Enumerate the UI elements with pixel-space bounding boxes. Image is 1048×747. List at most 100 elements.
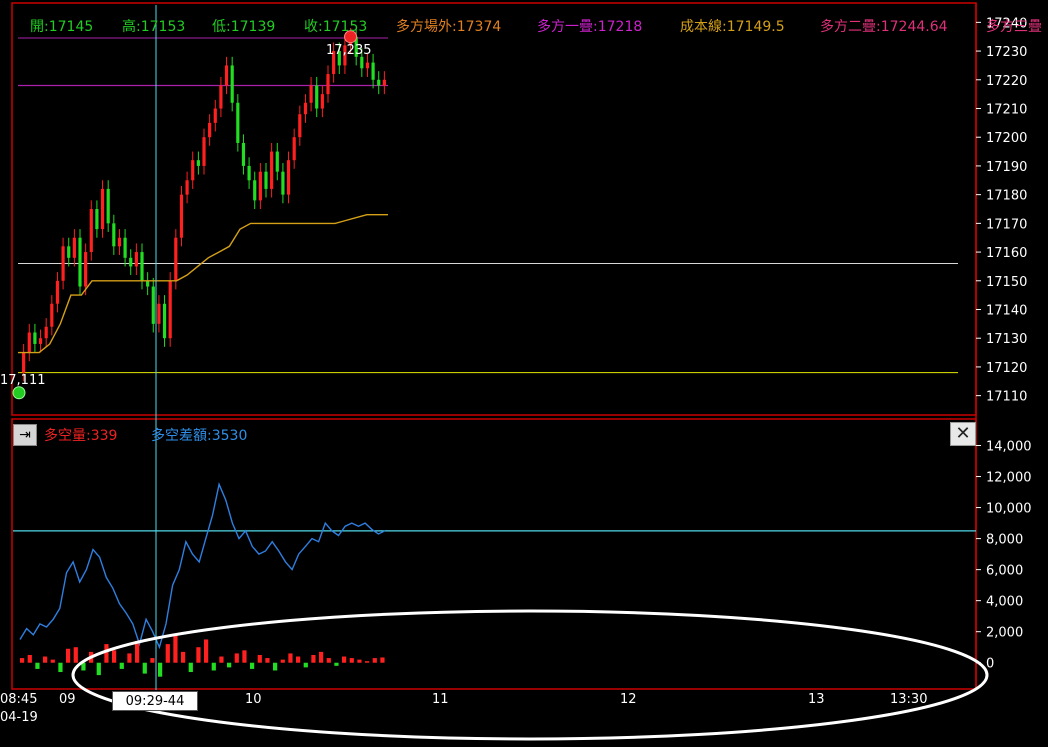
time-label-11: 11 [432, 692, 449, 707]
price-candle [315, 85, 319, 109]
price-candle [179, 194, 184, 238]
volume-bar [204, 639, 209, 663]
price-candle [371, 62, 375, 80]
price-candle [236, 102, 240, 143]
long-layer2-value: 多方二疊:17244.64 [820, 19, 948, 35]
long-layer3-label: 多方三疊 [986, 19, 1042, 35]
volume-bar [181, 651, 186, 663]
price-tick-label: 17110 [986, 390, 1027, 405]
chart-canvas: 17110 17120 17130 17140 17150 17160 17170 17180… [0, 0, 1048, 743]
volume-bar [96, 662, 101, 676]
price-tick-label: 17210 [986, 103, 1027, 118]
volume-bar [234, 653, 239, 663]
price-candle [146, 280, 150, 287]
volume-bar [43, 656, 48, 663]
price-candle [202, 137, 206, 166]
indicator-tick-label: 14,000 [986, 440, 1032, 455]
indicator-tick-label: 6,000 [986, 564, 1023, 579]
volume-bar [380, 657, 385, 663]
price-candle [286, 160, 291, 195]
price-candle [168, 280, 172, 339]
price-candle [320, 94, 324, 109]
price-candle [275, 151, 279, 172]
time-label-13: 13 [808, 692, 825, 707]
volume-bar [27, 654, 32, 663]
volume-bar [342, 656, 347, 663]
price-tick-label: 17190 [986, 160, 1027, 175]
long-outside-value: 多方場外:17374 [396, 19, 502, 35]
volume-bar [265, 658, 270, 663]
price-tick-label: 17140 [986, 304, 1027, 319]
price-candle [112, 223, 116, 247]
price-candle [196, 160, 200, 166]
volume-bar [188, 662, 193, 673]
close-indicator-button[interactable]: ✕ [950, 422, 976, 446]
price-candle [106, 188, 110, 224]
low-marker [12, 386, 26, 400]
price-tick-label: 17170 [986, 217, 1027, 232]
time-label-10: 10 [245, 692, 262, 707]
price-candle [219, 85, 223, 109]
price-tick-label: 17200 [986, 131, 1027, 146]
low-annotation: 17,111 [0, 373, 46, 388]
price-candle [27, 332, 31, 353]
price-candle [382, 79, 386, 86]
close-icon: ✕ [955, 423, 971, 444]
volume-bar [173, 634, 178, 663]
price-candle [253, 180, 257, 201]
volume-bar [372, 658, 377, 663]
expand-button[interactable]: ⇥ [13, 424, 37, 446]
volume-bar [349, 658, 354, 663]
price-candle [67, 246, 71, 258]
price-candle [174, 237, 178, 281]
price-tick-label: 17130 [986, 332, 1027, 347]
price-candle [89, 209, 93, 253]
price-tick-label: 17230 [986, 45, 1027, 60]
price-candle [84, 252, 88, 287]
price-tick-label: 17220 [986, 74, 1027, 89]
price-candle [303, 102, 308, 115]
price-candle [185, 180, 189, 195]
volume-bar [219, 656, 224, 663]
price-candle [298, 114, 302, 138]
volume-bar [242, 650, 247, 663]
price-candle [281, 171, 285, 195]
time-label-09: 09 [59, 692, 76, 707]
volume-bar [142, 662, 147, 674]
price-candle [72, 237, 76, 258]
price-candle [360, 56, 364, 69]
volume-bar [280, 659, 285, 663]
indicator-tick-label: 0 [986, 657, 994, 672]
price-candle [224, 65, 229, 86]
volume-bar [257, 654, 262, 663]
price-candle [78, 237, 82, 287]
low-value: 低:17139 [212, 19, 276, 35]
volume-bar [311, 654, 316, 663]
long-short-volume: 多空量:339 [44, 428, 118, 444]
open-value: 開:17145 [30, 19, 94, 35]
price-candle [44, 326, 48, 339]
expand-icon: ⇥ [19, 427, 31, 443]
volume-bar [303, 662, 308, 668]
long-layer1-value: 多方一疊:17218 [537, 19, 643, 35]
volume-bar [158, 662, 163, 677]
volume-bar [334, 662, 339, 666]
price-tick-label: 17160 [986, 246, 1027, 261]
price-candle [377, 79, 381, 86]
cost-line-value: 成本線:17149.5 [680, 19, 785, 35]
indicator-tick-label: 4,000 [986, 595, 1023, 610]
volume-bar [365, 661, 370, 663]
price-candle [292, 137, 296, 161]
start-time: 08:45 [0, 692, 38, 707]
start-date: 04-19 [0, 710, 38, 725]
volume-bar [35, 662, 40, 669]
price-candle [326, 74, 330, 95]
high-annotation: 17,235 [326, 43, 372, 58]
price-tick-label: 17150 [986, 275, 1027, 290]
price-candle [151, 286, 155, 324]
indicator-tick-label: 10,000 [986, 502, 1032, 517]
volume-bar [119, 662, 124, 669]
price-candle [129, 257, 133, 267]
volume-bar [196, 647, 201, 663]
volume-bar [326, 658, 331, 663]
